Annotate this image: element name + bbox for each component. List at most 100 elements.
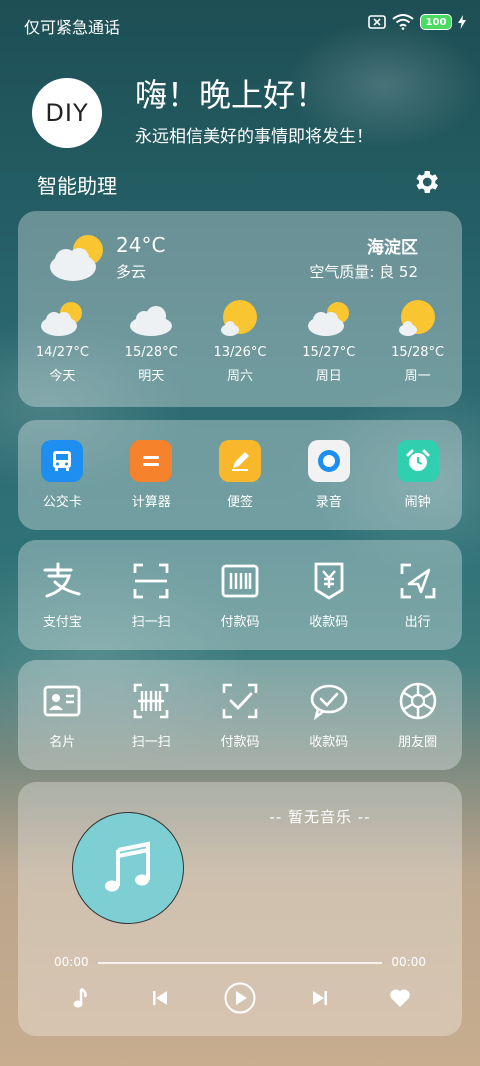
music-player-card: -- 暂无音乐 -- 00:00 00:00 [18, 782, 462, 1036]
business-card-icon [43, 685, 81, 717]
app-label: 支付宝 [42, 615, 82, 630]
greeting-subtitle: 永远相信美好的事情即将发生！ [135, 127, 373, 147]
forecast-range: 13/26°C [213, 345, 267, 360]
next-button[interactable] [304, 982, 336, 1014]
business-card-shortcut[interactable]: 名片 [18, 680, 107, 750]
play-button[interactable] [224, 982, 256, 1014]
forecast-day-name: 周一 [404, 369, 431, 384]
travel-icon [400, 563, 435, 599]
album-disc[interactable] [72, 812, 184, 924]
forecast-day-name: 今天 [49, 369, 76, 384]
forecast-day: 15/28°C 周一 [373, 299, 462, 384]
sunny-cloud-icon [220, 300, 257, 336]
forecast-day-name: 明天 [138, 369, 165, 384]
paycode-check-shortcut[interactable]: 付款码 [196, 680, 285, 750]
recorder-icon [307, 440, 350, 482]
battery-indicator: 100 [420, 14, 452, 30]
alipay-shortcut[interactable]: 支付宝 [18, 560, 107, 630]
sunny-cloud-icon [398, 300, 435, 336]
total-time: 00:00 [391, 955, 426, 969]
status-bar: 仅可紧急通话 100 [0, 0, 480, 50]
wechat-receive-shortcut[interactable]: 收款码 [284, 680, 373, 750]
app-label: 闹钟 [404, 495, 431, 510]
music-note-icon [105, 841, 150, 892]
diy-avatar[interactable]: DIY [32, 78, 102, 148]
travel-shortcut[interactable]: 出行 [373, 560, 462, 630]
forecast-range: 15/27°C [302, 345, 356, 360]
shortcut-card-alipay: 支付宝 扫一扫 付款码 收款码 出行 [18, 540, 462, 650]
wechat-icon [310, 684, 348, 721]
progress-slider[interactable] [98, 962, 382, 964]
app-label: 名片 [49, 735, 76, 750]
scan-barcode-icon [133, 683, 169, 719]
app-label: 计算器 [131, 495, 171, 510]
no-music-status: -- 暂无音乐 -- [269, 808, 371, 826]
partly-cloudy-icon [41, 302, 83, 336]
settings-gear-icon[interactable] [411, 167, 441, 197]
emergency-calls-only-text: 仅可紧急通话 [24, 18, 121, 37]
music-note-small-icon [73, 987, 87, 1008]
app-label: 扫一扫 [131, 735, 171, 750]
forecast-day-name: 周日 [315, 369, 342, 384]
app-label: 出行 [404, 615, 431, 630]
scan-shortcut[interactable]: 扫一扫 [107, 560, 196, 630]
paycode-shortcut[interactable]: 付款码 [196, 560, 285, 630]
previous-button[interactable] [144, 982, 176, 1014]
forecast-day: 13/26°C 周六 [196, 299, 285, 384]
partly-cloudy-icon [307, 302, 349, 336]
paycode-icon [221, 564, 259, 598]
shortcut-card-apps: 公交卡 计算器 便签 录音 闹钟 [18, 420, 462, 530]
charging-icon [458, 15, 466, 29]
forecast-range: 15/28°C [391, 345, 445, 360]
air-quality: 空气质量: 良 52 [309, 263, 418, 281]
skip-previous-icon [153, 991, 167, 1005]
alipay-icon [43, 562, 81, 598]
scan-icon [133, 563, 169, 599]
playback-controls [18, 982, 462, 1014]
notes-icon [218, 440, 261, 482]
status-icons: 100 [368, 14, 466, 30]
alarm-icon [396, 440, 439, 482]
app-label: 付款码 [220, 615, 260, 630]
heart-icon [390, 989, 410, 1007]
bus-card-shortcut[interactable]: 公交卡 [18, 440, 107, 510]
calculator-shortcut[interactable]: 计算器 [107, 440, 196, 510]
receive-code-shortcut[interactable]: 收款码 [284, 560, 373, 630]
receive-code-icon [314, 562, 344, 600]
app-label: 付款码 [220, 735, 260, 750]
shortcut-card-wechat: 名片 扫一扫 付款码 收款码 朋友圈 [18, 660, 462, 770]
play-icon [224, 982, 256, 1014]
current-temperature: 24°C [116, 233, 166, 257]
greeting-title: 嗨！晚上好！ [135, 76, 328, 114]
current-condition: 多云 [116, 263, 147, 281]
favorite-button[interactable] [384, 982, 416, 1014]
weather-card[interactable]: 24°C 多云 海淀区 空气质量: 良 52 14/27°C 今天 15/28°… [18, 211, 462, 407]
notes-shortcut[interactable]: 便签 [196, 440, 285, 510]
scan-barcode-shortcut[interactable]: 扫一扫 [107, 680, 196, 750]
no-sim-icon [368, 15, 386, 29]
district-name: 海淀区 [367, 238, 418, 258]
app-label: 收款码 [309, 615, 349, 630]
skip-next-icon [313, 991, 327, 1005]
recorder-shortcut[interactable]: 录音 [284, 440, 373, 510]
forecast-day: 15/27°C 周日 [284, 299, 373, 384]
moments-shortcut[interactable]: 朋友圈 [373, 680, 462, 750]
paycode-check-icon [222, 683, 258, 719]
app-label: 录音 [315, 495, 342, 510]
playlist-button[interactable] [64, 982, 96, 1014]
current-time: 00:00 [54, 955, 89, 969]
app-label: 公交卡 [42, 495, 82, 510]
assistant-title: 智能助理 [37, 174, 117, 198]
calculator-icon [130, 440, 173, 482]
app-label: 扫一扫 [131, 615, 171, 630]
app-label: 收款码 [309, 735, 349, 750]
cloudy-icon [130, 306, 173, 336]
app-label: 便签 [226, 495, 253, 510]
forecast-row: 14/27°C 今天 15/28°C 明天 13/26°C 周六 15/27°C… [18, 299, 462, 384]
bus-icon [41, 440, 84, 482]
partly-cloudy-icon [50, 235, 103, 281]
forecast-day: 14/27°C 今天 [18, 299, 107, 384]
alarm-shortcut[interactable]: 闹钟 [373, 440, 462, 510]
forecast-day: 15/28°C 明天 [107, 299, 196, 384]
wifi-icon [392, 14, 414, 30]
